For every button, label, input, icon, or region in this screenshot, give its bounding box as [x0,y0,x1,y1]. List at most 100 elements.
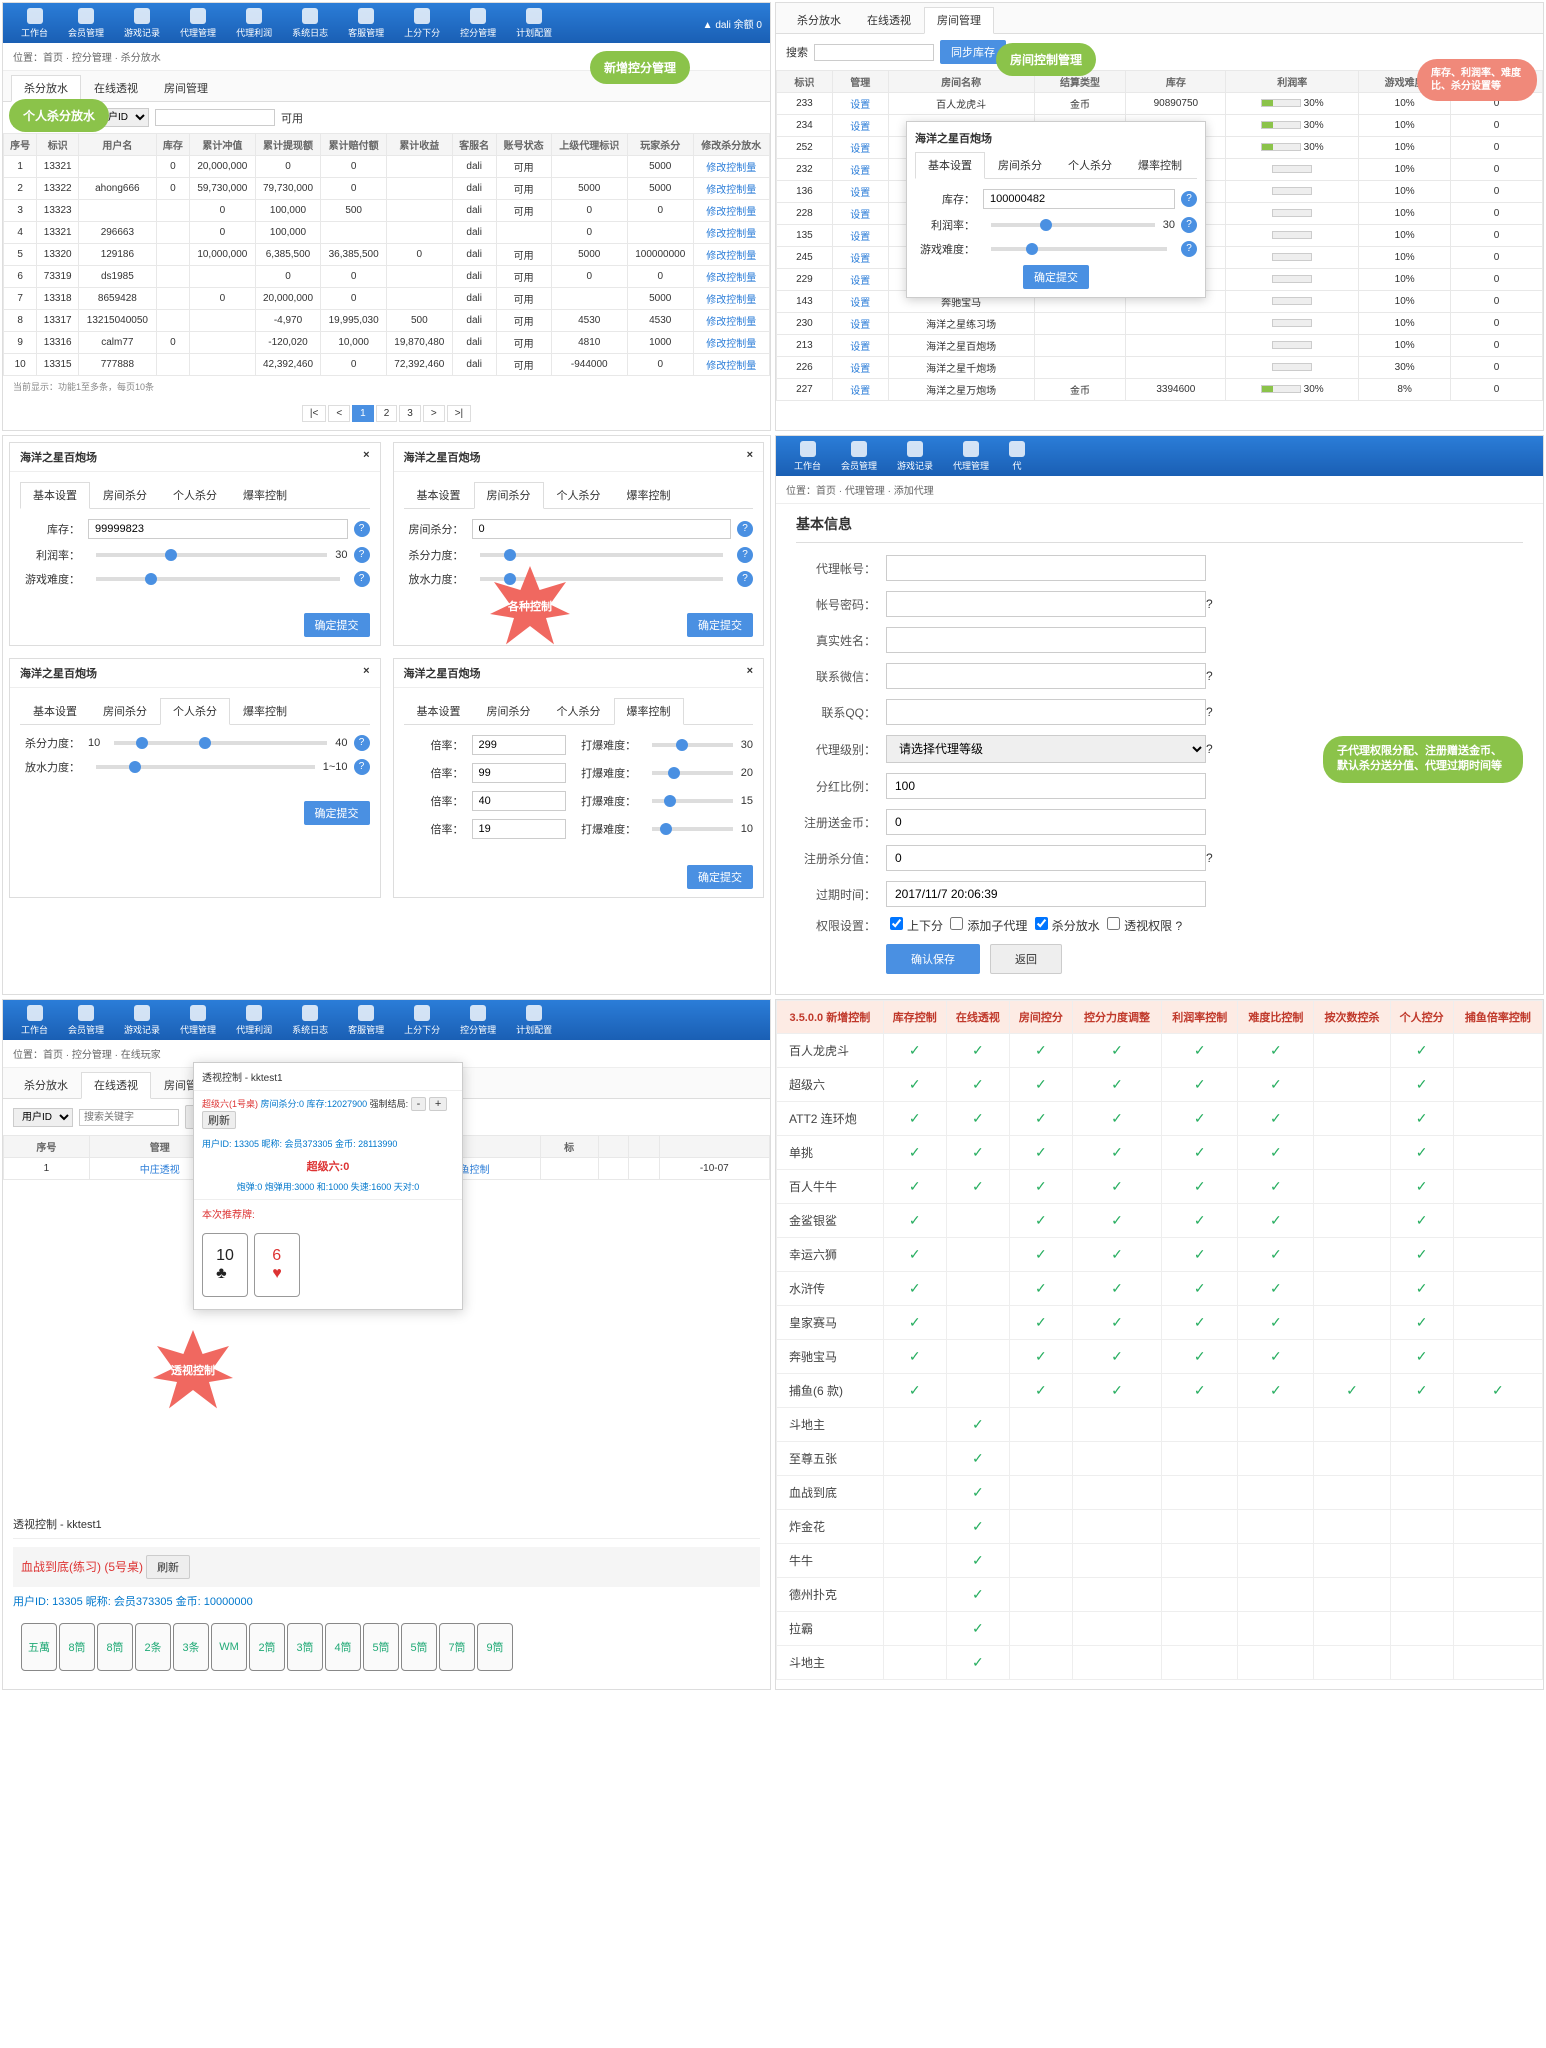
chk-subagent[interactable] [950,917,963,930]
page-btn[interactable]: >| [447,405,471,422]
nav-item[interactable]: 游戏记录 [114,1003,170,1038]
plus-btn[interactable]: + [429,1097,447,1111]
kw-input[interactable] [79,1109,179,1126]
check-icon: ✓ [1346,1382,1358,1398]
st-burst[interactable]: 爆率控制 [1125,152,1195,178]
nav-item[interactable]: 代理管理 [170,1003,226,1038]
help-icon[interactable]: ? [1181,241,1197,257]
nav-item[interactable]: 上分下分 [394,6,450,41]
page-btn[interactable]: 3 [399,405,421,422]
nav-item[interactable]: 会员管理 [58,6,114,41]
nav-item[interactable]: 游戏记录 [114,6,170,41]
confirm-btn[interactable]: 确定提交 [304,613,370,637]
person-kill-slider[interactable] [114,741,327,745]
agent-gift[interactable] [886,809,1206,835]
nav-item[interactable]: 控分管理 [450,1003,506,1038]
tab-room2[interactable]: 房间管理 [924,7,994,34]
nav-item[interactable]: 控分管理 [450,6,506,41]
st-person[interactable]: 个人杀分 [1055,152,1125,178]
confirm-btn[interactable]: 确定提交 [304,801,370,825]
agent-password[interactable] [886,591,1206,617]
popup-stock[interactable] [983,189,1175,209]
agent-realname[interactable] [886,627,1206,653]
profit-slider[interactable] [96,553,327,557]
close-icon[interactable]: × [747,449,753,465]
nav-item[interactable]: 工作台 [784,439,831,474]
agent-level[interactable]: 请选择代理等级 [886,735,1206,763]
tab-kill[interactable]: 杀分放水 [11,75,81,102]
chk-updown[interactable] [890,917,903,930]
popup-diff-slider[interactable] [991,247,1167,251]
nav-item[interactable]: 会员管理 [831,439,887,474]
chk-kill[interactable] [1035,917,1048,930]
uid-select[interactable]: 用户ID [13,1108,73,1127]
page-btn[interactable]: 2 [376,405,398,422]
hit-slider[interactable] [652,799,733,803]
agent-expire[interactable] [886,881,1206,907]
odds-input[interactable] [472,819,567,839]
agent-wechat[interactable] [886,663,1206,689]
close-icon[interactable]: × [363,665,369,681]
nav-item[interactable]: 代 [999,439,1035,474]
tab-kill2[interactable]: 杀分放水 [784,7,854,33]
odds-input[interactable] [472,791,567,811]
check-icon: ✓ [1194,1314,1206,1330]
stock-input[interactable] [88,519,348,539]
user-badge[interactable]: ▲ dali 余额 0 [703,16,762,31]
help-icon[interactable]: ? [1181,217,1197,233]
popup-confirm[interactable]: 确定提交 [1023,265,1089,289]
filter-input[interactable] [155,109,275,126]
nav-item[interactable]: 系统日志 [282,1003,338,1038]
nav-item[interactable]: 会员管理 [58,1003,114,1038]
page-btn[interactable]: < [328,405,350,422]
nav-item[interactable]: 客服管理 [338,1003,394,1038]
close-icon[interactable]: × [747,665,753,681]
nav-item[interactable]: 代理管理 [170,6,226,41]
page-btn[interactable]: > [423,405,445,422]
room-search[interactable] [814,44,934,61]
nav-item[interactable]: 计划配置 [506,1003,562,1038]
page-btn[interactable]: 1 [352,405,374,422]
mahjong-tile: 3筒 [287,1623,323,1671]
confirm-btn[interactable]: 确定提交 [687,865,753,889]
nav-item[interactable]: 工作台 [11,1003,58,1038]
odds-input[interactable] [472,735,567,755]
kill-slider[interactable] [480,553,724,557]
close-icon[interactable]: × [363,449,369,465]
help-icon[interactable]: ? [1181,191,1197,207]
st-basic[interactable]: 基本设置 [915,152,985,179]
agent-kill[interactable] [886,845,1206,871]
refresh-btn-2[interactable]: 刷新 [146,1555,190,1579]
page-btn[interactable]: |< [302,405,326,422]
nav-item[interactable]: 代理利润 [226,6,282,41]
odds-input[interactable] [472,763,567,783]
nav-item[interactable]: 游戏记录 [887,439,943,474]
popup-profit-slider[interactable] [991,223,1155,227]
nav-item[interactable]: 系统日志 [282,6,338,41]
hit-slider[interactable] [652,771,733,775]
chk-xray[interactable] [1107,917,1120,930]
room-kill-input[interactable] [472,519,732,539]
tab-room[interactable]: 房间管理 [151,75,221,101]
agent-account[interactable] [886,555,1206,581]
nav-item[interactable]: 代理利润 [226,1003,282,1038]
nav-item[interactable]: 代理管理 [943,439,999,474]
tab-xray2[interactable]: 在线透视 [854,7,924,33]
back-btn[interactable]: 返回 [990,944,1062,974]
nav-item[interactable]: 计划配置 [506,6,562,41]
save-btn[interactable]: 确认保存 [886,944,980,974]
nav-item[interactable]: 工作台 [11,6,58,41]
st-room[interactable]: 房间杀分 [985,152,1055,178]
minus-btn[interactable]: - [411,1097,427,1111]
nav-item[interactable]: 客服管理 [338,6,394,41]
confirm-btn[interactable]: 确定提交 [687,613,753,637]
agent-qq[interactable] [886,699,1206,725]
diff-slider[interactable] [96,577,340,581]
agent-ratio[interactable] [886,773,1206,799]
person-release-slider[interactable] [96,765,315,769]
hit-slider[interactable] [652,743,733,747]
tab-xray[interactable]: 在线透视 [81,75,151,101]
nav-item[interactable]: 上分下分 [394,1003,450,1038]
hit-slider[interactable] [652,827,733,831]
refresh-btn[interactable]: 刷新 [202,1111,236,1129]
